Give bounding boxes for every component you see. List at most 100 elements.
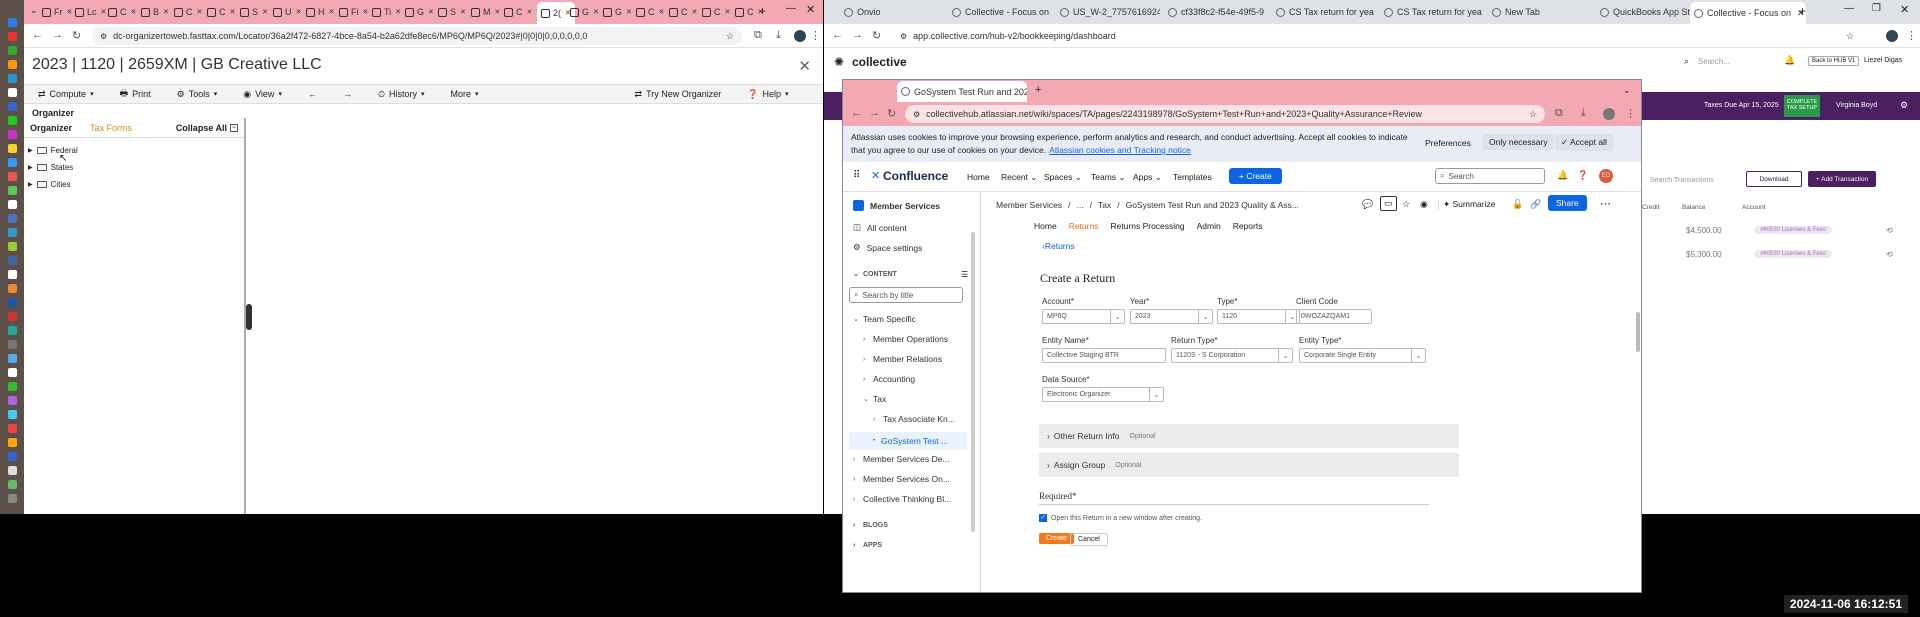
app-icon[interactable] xyxy=(8,32,17,41)
space-settings-link[interactable]: ⚙ Space settings xyxy=(853,242,922,253)
tree-item-states[interactable]: ▶ States xyxy=(28,163,73,172)
create-button[interactable]: + Create xyxy=(1229,168,1282,184)
nav-teams[interactable]: Teams ⌄ xyxy=(1091,172,1126,183)
page-nav-admin[interactable]: Admin xyxy=(1197,221,1221,231)
entity-type-select[interactable]: Corporate Single Entity ⌄ xyxy=(1299,348,1426,363)
browser-tab[interactable]: U ✕ xyxy=(273,4,301,20)
tab-search-icon[interactable]: ⌄ xyxy=(30,5,38,16)
account-select[interactable]: MP6Q ⌄ xyxy=(1042,309,1125,324)
tree-collective-thinking[interactable]: › Collective Thinking Bl... xyxy=(853,494,951,504)
all-content-link[interactable]: ◫ All content xyxy=(853,222,907,233)
cookie-policy-link[interactable]: Atlassian cookies and Tracking notice xyxy=(1049,145,1191,155)
site-info-icon[interactable]: ⚙ xyxy=(913,110,920,119)
app-icon[interactable] xyxy=(8,200,17,209)
share-button[interactable]: Share xyxy=(1548,195,1587,211)
browser-tab[interactable]: C ✕ xyxy=(174,4,202,20)
app-switcher-icon[interactable]: ⠿ xyxy=(853,170,860,181)
user-menu[interactable]: Liezel Digas xyxy=(1864,57,1902,64)
bell-icon[interactable]: 🔔 xyxy=(1784,55,1795,66)
history-icon[interactable]: ⟲ xyxy=(1886,250,1893,259)
close-tab-icon[interactable]: ✕ xyxy=(329,8,335,16)
chevron-down-icon[interactable]: ⌄ xyxy=(863,395,873,403)
sidebar-scrollbar[interactable] xyxy=(971,232,975,532)
chevron-right-icon[interactable]: › xyxy=(863,356,873,363)
chevron-right-icon[interactable]: › xyxy=(873,416,883,423)
blogs-section[interactable]: › BLOGS xyxy=(853,522,888,529)
back-icon[interactable]: ← xyxy=(832,29,843,41)
back-icon[interactable]: ← xyxy=(851,107,862,119)
app-icon[interactable] xyxy=(8,438,17,447)
bookmark-star-icon[interactable]: ☆ xyxy=(1529,109,1537,120)
tab-quickbooks[interactable]: QuickBooks App Sto xyxy=(1600,4,1700,20)
space-header[interactable]: Member Services xyxy=(853,200,940,211)
print-button[interactable]: 🖶 Print xyxy=(120,86,151,102)
star-icon[interactable]: ☆ xyxy=(1402,199,1410,210)
close-tab-icon[interactable]: ✕ xyxy=(262,8,268,16)
app-icon[interactable] xyxy=(8,18,17,27)
chevron-down-icon[interactable]: ⌄ xyxy=(1623,85,1631,96)
app-icon[interactable] xyxy=(8,60,17,69)
browser-tab[interactable]: C ✕ xyxy=(702,4,730,20)
history-button[interactable]: ⏲ History ▾ xyxy=(378,89,425,100)
tools-button[interactable]: ⚙ Tools ▾ xyxy=(177,89,218,100)
app-icon[interactable] xyxy=(8,354,17,363)
return-type-select[interactable]: 1120S - S Corporation ⌄ xyxy=(1171,348,1293,363)
tab-gosystem[interactable]: GoSystem Test Run and 2023✕ xyxy=(897,81,1027,102)
chevron-right-icon[interactable]: › xyxy=(853,522,863,529)
tab-cs-tax-2[interactable]: CS Tax return for yea xyxy=(1384,4,1484,20)
minimize-button[interactable]: — xyxy=(786,3,796,14)
settings-icon[interactable]: ⚙ xyxy=(1900,100,1908,111)
next-button[interactable]: → xyxy=(343,89,352,99)
help-icon[interactable]: ❓ xyxy=(1577,170,1588,181)
confluence-logo[interactable]: Confluence xyxy=(883,169,948,183)
browser-tab[interactable]: S ✕ xyxy=(240,4,268,20)
tree-member-relations[interactable]: › Member Relations xyxy=(863,354,942,364)
more-actions-icon[interactable]: ⋯ xyxy=(1600,197,1611,210)
app-icon[interactable] xyxy=(8,340,17,349)
site-info-icon[interactable]: ⚙ xyxy=(100,32,107,41)
new-tab-button[interactable]: + xyxy=(759,4,766,18)
app-icon[interactable] xyxy=(8,74,17,83)
tab-collective-active[interactable]: Collective - Focus on ✕ xyxy=(1690,2,1806,24)
menu-icon[interactable]: ⋮ xyxy=(1906,29,1917,42)
tree-accounting[interactable]: › Accounting xyxy=(863,374,915,384)
profile-avatar[interactable] xyxy=(794,30,806,42)
app-icon[interactable] xyxy=(8,46,17,55)
app-icon[interactable] xyxy=(8,186,17,195)
app-icon[interactable] xyxy=(8,382,17,391)
browser-tab[interactable]: Fr ✕ xyxy=(42,4,72,20)
help-button[interactable]: ❓ Help ▾ xyxy=(747,89,788,100)
add-transaction-button[interactable]: + Add Transaction xyxy=(1808,171,1876,187)
app-icon[interactable] xyxy=(8,270,17,279)
client-code-field[interactable]: 0WOZAZQAM1 xyxy=(1296,309,1372,324)
browser-tab[interactable]: G ✕ xyxy=(405,4,434,20)
chevron-right-icon[interactable]: › xyxy=(853,476,863,483)
breadcrumb-page[interactable]: GoSystem Test Run and 2023 Quality & Ass… xyxy=(1126,200,1299,210)
bookmark-star-icon[interactable]: ☆ xyxy=(726,31,734,42)
nav-apps[interactable]: Apps ⌄ xyxy=(1133,172,1162,183)
view-button[interactable]: ◉ View ▾ xyxy=(243,89,282,100)
close-tab-icon[interactable]: ✕ xyxy=(692,8,698,16)
forward-icon[interactable]: → xyxy=(869,107,880,119)
filter-icon[interactable]: ☰ xyxy=(961,270,968,279)
breadcrumb-tax[interactable]: Tax xyxy=(1098,200,1111,210)
url-bar[interactable]: ⚙ app.collective.com/hub-v2/bookkeeping/… xyxy=(892,27,1862,45)
table-row[interactable]: $5,300.00 #60530 Licenses & Fees ⟲ xyxy=(1644,245,1914,263)
comment-icon[interactable]: 💬 xyxy=(1362,199,1373,210)
complete-tax-setup-button[interactable]: COMPLETE TAX SETUP xyxy=(1784,95,1820,117)
new-window-checkbox[interactable]: ✓ xyxy=(1039,514,1047,522)
app-icon[interactable] xyxy=(8,410,17,419)
previous-button[interactable]: ← xyxy=(308,89,317,99)
browser-tab[interactable]: G ✕ xyxy=(603,4,632,20)
app-icon[interactable] xyxy=(8,368,17,377)
app-icon[interactable] xyxy=(8,256,17,265)
search-icon[interactable]: ⌕ xyxy=(1684,56,1689,67)
cancel-button[interactable]: Cancel xyxy=(1070,533,1108,546)
apps-section[interactable]: › APPS xyxy=(853,542,882,549)
close-tab-icon[interactable]: ✕ xyxy=(163,8,169,16)
forward-icon[interactable]: → xyxy=(52,29,63,41)
chevron-right-icon[interactable]: › xyxy=(863,336,873,343)
forward-icon[interactable]: → xyxy=(852,29,863,41)
tree-member-operations[interactable]: › Member Operations xyxy=(863,334,948,344)
page-nav-home[interactable]: Home xyxy=(1034,221,1057,231)
